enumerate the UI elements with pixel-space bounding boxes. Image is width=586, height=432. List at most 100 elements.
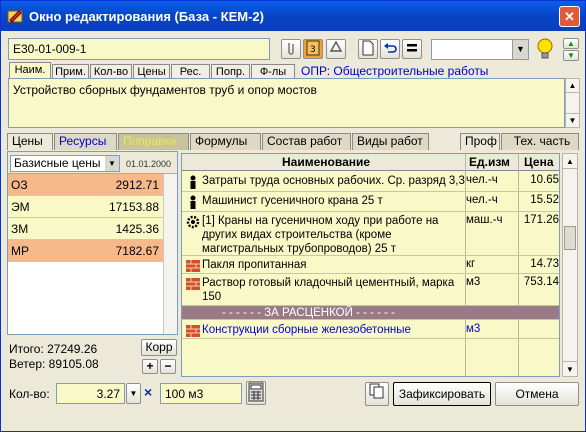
scroll-up-icon[interactable]: ▲ <box>563 154 577 169</box>
resource-unit: чел.-ч <box>466 194 498 206</box>
prices-header: Базисные цены ▼ 01.01.2000 <box>8 152 177 174</box>
recycle-icon <box>329 40 343 52</box>
document-icon <box>362 40 374 56</box>
subtab-formulas[interactable]: Ф-лы <box>251 64 295 79</box>
close-button[interactable]: ✕ <box>559 6 580 27</box>
subtab-corrections[interactable]: Попр. <box>211 64 250 79</box>
description-field[interactable]: Устройство сборных фундаментов труб и оп… <box>8 78 565 128</box>
recycle-button[interactable] <box>326 39 346 59</box>
price-value: 1425.36 <box>115 222 159 236</box>
quantity-unit-field[interactable]: 100 м3 <box>160 383 242 404</box>
up-arrow-button[interactable]: ▲ <box>563 38 579 49</box>
worker-icon <box>190 195 196 209</box>
title-bar[interactable]: Окно редактирования (База - КЕМ-2) ✕ <box>1 1 585 31</box>
col-name-header: Наименование <box>282 155 371 169</box>
resource-unit: м3 <box>466 276 481 288</box>
grid-scrollbar[interactable]: ▲ ▼ <box>562 153 578 377</box>
price-value: 2912.71 <box>115 178 159 192</box>
scroll-down-icon[interactable]: ▼ <box>563 361 577 376</box>
resource-unit: чел.-ч <box>466 174 498 186</box>
brick-icon <box>186 325 200 337</box>
tab-work-types[interactable]: Виды работ <box>352 133 429 150</box>
col-unit-header: Ед.изм <box>469 155 510 169</box>
correction-button[interactable]: Корр <box>141 339 177 356</box>
table-row[interactable]: Конструкции сборные железобетонные м3 <box>182 321 559 339</box>
tab-prices[interactable]: Цены <box>7 133 53 150</box>
undo-icon <box>384 43 397 53</box>
add-button[interactable]: + <box>142 359 158 374</box>
tab-formulas[interactable]: Формулы <box>190 133 261 150</box>
tab-resources[interactable]: Ресурсы <box>54 133 117 150</box>
table-row[interactable]: Машинист гусеничного крана 25 т чел.-ч 1… <box>182 192 559 212</box>
price-key: ЗМ <box>11 222 29 236</box>
wage-fund-label: Ветер: 89105.08 <box>9 357 99 371</box>
prices-scrollbar[interactable] <box>163 174 177 334</box>
chevron-down-icon[interactable]: ▼ <box>512 40 528 59</box>
price-row[interactable]: ЭМ 17153.88 <box>8 196 163 218</box>
calculator-button[interactable] <box>246 381 266 405</box>
calculator-icon: 3 <box>306 40 320 56</box>
tab-prof[interactable]: Проф <box>460 133 500 150</box>
price-row[interactable]: ЗМ 1425.36 <box>8 218 163 240</box>
col-price-header: Цена <box>524 155 554 169</box>
tab-tech-part[interactable]: Тех. часть <box>501 133 579 150</box>
equals-button[interactable] <box>402 39 422 59</box>
undo-button[interactable] <box>380 39 400 59</box>
scroll-thumb[interactable] <box>564 226 576 250</box>
cancel-button[interactable]: Отмена <box>495 382 579 406</box>
table-row[interactable]: [1] Краны на гусеничном ходу при работе … <box>182 212 559 256</box>
price-key: ЭМ <box>11 200 30 214</box>
price-base-select[interactable]: Базисные цены ▼ <box>10 155 120 172</box>
filter-combo[interactable]: ▼ <box>431 39 529 60</box>
description-scrollbar[interactable]: ▲ ▼ <box>565 78 580 128</box>
resource-name: Раствор готовый кладочный цементный, мар… <box>202 277 455 303</box>
opr-link[interactable]: ОПР: Общестроительные работы <box>301 64 488 78</box>
resource-name: Пакля пропитанная <box>202 259 307 271</box>
edit-window: Окно редактирования (База - КЕМ-2) ✕ Е30… <box>0 0 586 432</box>
code-field[interactable]: Е30-01-009-1 <box>8 38 270 60</box>
chevron-down-icon[interactable]: ▼ <box>105 156 119 171</box>
worker-icon <box>190 175 196 189</box>
section-separator-row: - - - - - - ЗА РАСЦЕНКОЙ - - - - - - <box>182 306 559 320</box>
table-row[interactable]: Затраты труда основных рабочих. Ср. разр… <box>182 172 559 192</box>
table-row[interactable]: Раствор готовый кладочный цементный, мар… <box>182 274 559 306</box>
price-base-value: Базисные цены <box>14 156 101 170</box>
table-row[interactable]: Пакля пропитанная кг 14.73 <box>182 256 559 274</box>
resource-price: 10.65 <box>530 174 559 186</box>
paperclip-button[interactable] <box>281 39 301 59</box>
resource-price: 15.52 <box>530 194 559 206</box>
subtab-resources[interactable]: Рес. <box>171 64 210 79</box>
resource-price: 753.14 <box>523 276 559 288</box>
commit-button[interactable]: Зафиксировать <box>393 382 491 406</box>
multiply-icon: × <box>144 384 153 400</box>
subtab-qty[interactable]: Кол-во <box>90 64 132 79</box>
remove-button[interactable]: − <box>160 359 176 374</box>
quantity-label: Кол-во: <box>9 387 50 401</box>
subtab-note[interactable]: Прим. <box>52 64 89 79</box>
chevron-down-icon[interactable]: ▼ <box>126 383 141 404</box>
new-doc-button[interactable] <box>358 39 378 59</box>
quantity-field[interactable]: 3.27 <box>56 383 125 404</box>
tab-work-composition[interactable]: Состав работ <box>262 133 351 150</box>
resource-name: Затраты труда основных рабочих. Ср. разр… <box>202 175 465 187</box>
calc-button[interactable]: 3 <box>303 39 323 59</box>
subtab-prices[interactable]: Цены <box>133 64 170 79</box>
copy-button[interactable] <box>365 382 389 406</box>
resource-name: Машинист гусеничного крана 25 т <box>202 195 383 207</box>
tab-corrections[interactable]: Поправки <box>118 133 189 150</box>
down-arrow-button[interactable]: ▼ <box>563 50 579 61</box>
resource-unit: кг <box>466 258 476 270</box>
resource-price: 171.26 <box>523 214 559 226</box>
price-key: ОЗ <box>11 178 28 192</box>
price-key: МР <box>11 244 29 258</box>
resources-grid: Наименование Ед.изм Цена Затраты труда о… <box>181 153 560 377</box>
price-row[interactable]: ОЗ 2912.71 <box>8 174 163 196</box>
lightbulb-icon <box>537 38 553 59</box>
price-row[interactable]: МР 7182.67 <box>8 240 163 262</box>
window-title: Окно редактирования (База - КЕМ-2) <box>29 9 264 24</box>
brick-icon <box>186 278 200 290</box>
calculator-icon <box>248 382 264 402</box>
price-date: 01.01.2000 <box>126 159 172 169</box>
hint-button[interactable] <box>534 37 556 61</box>
resource-price: 14.73 <box>530 258 559 270</box>
